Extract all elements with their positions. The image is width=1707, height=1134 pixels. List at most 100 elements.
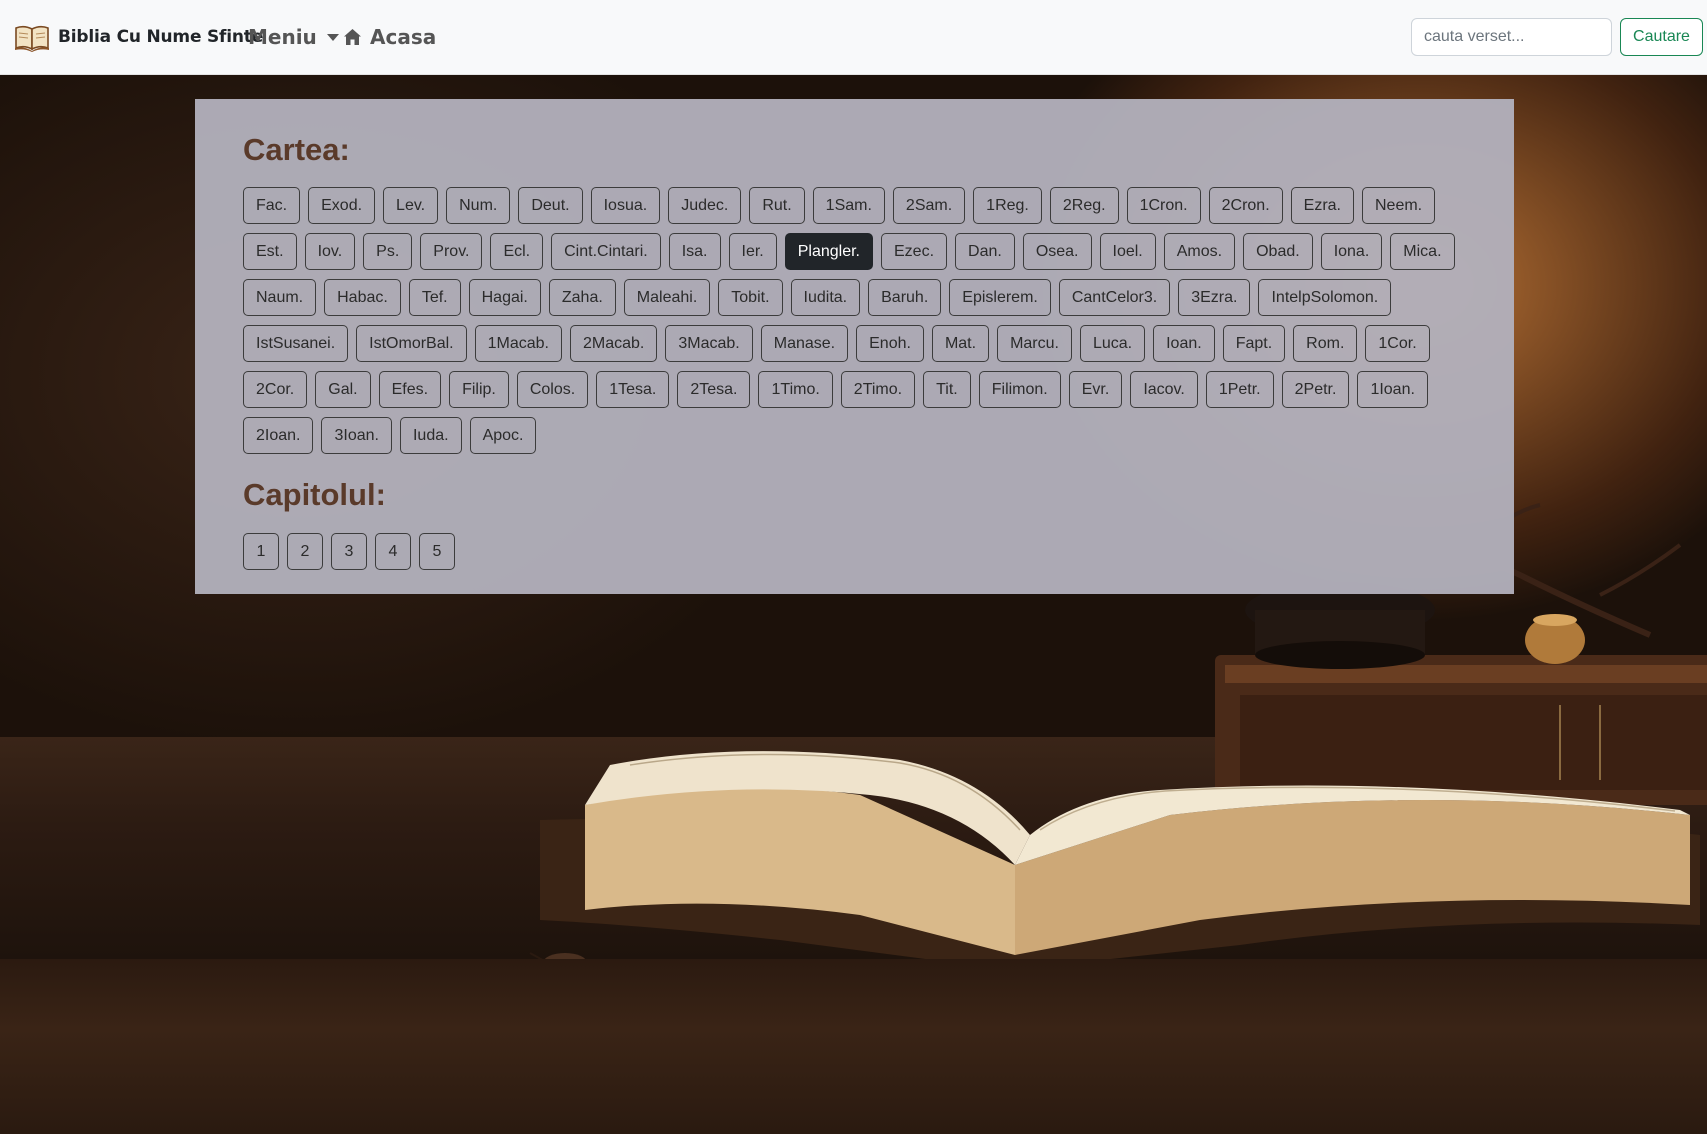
book-button[interactable]: Iona. (1320, 233, 1383, 270)
book-button[interactable]: Maleahi. (623, 279, 711, 316)
book-button[interactable]: Luca. (1079, 325, 1146, 362)
book-button[interactable]: Habac. (324, 279, 401, 316)
book-button[interactable]: 1Petr. (1205, 371, 1274, 408)
book-button[interactable]: Iacov. (1130, 371, 1198, 408)
book-button[interactable]: Evr. (1068, 371, 1123, 408)
book-button[interactable]: Filip. (449, 371, 509, 408)
book-button[interactable]: 3Macab. (665, 325, 753, 362)
book-row: Naum. Habac. Tef. Hagai. Zaha. Maleahi. Tobit.… (243, 279, 1392, 316)
book-button[interactable]: 1Timo. (758, 371, 833, 408)
book-button[interactable]: Iosua. (590, 187, 661, 224)
book-button[interactable]: Ezec. (881, 233, 948, 270)
book-button[interactable]: Hagai. (468, 279, 541, 316)
book-button[interactable]: 2Cor. (243, 371, 308, 408)
book-button[interactable]: Fapt. (1222, 325, 1286, 362)
book-button[interactable]: Neem. (1361, 187, 1436, 224)
menu-label: Meniu (248, 25, 317, 49)
book-button[interactable]: 1Ioan. (1357, 371, 1428, 408)
book-button[interactable]: Ioan. (1153, 325, 1215, 362)
book-button[interactable]: Zaha. (548, 279, 616, 316)
chapter-button[interactable]: 3 (331, 533, 367, 570)
book-button[interactable]: 2Sam. (892, 187, 966, 224)
book-button[interactable]: IstOmorBal. (356, 325, 467, 362)
book-button[interactable]: 3Ioan. (321, 417, 392, 454)
chapters-heading: Capitolul: (243, 477, 386, 512)
search-button[interactable]: Cautare (1620, 18, 1703, 56)
book-button[interactable]: Prov. (420, 233, 483, 270)
book-button[interactable]: 1Cor. (1365, 325, 1430, 362)
search-input[interactable] (1411, 18, 1612, 56)
book-button[interactable]: Baruh. (868, 279, 942, 316)
book-button[interactable]: Manase. (760, 325, 849, 362)
book-button[interactable]: Est. (243, 233, 297, 270)
book-button[interactable]: 2Petr. (1281, 371, 1350, 408)
home-link[interactable]: Acasa (343, 20, 436, 54)
book-button[interactable]: Colos. (516, 371, 589, 408)
book-button[interactable]: Iuda. (399, 417, 462, 454)
floor-shadow (0, 959, 1707, 1134)
book-button[interactable]: 2Cron. (1208, 187, 1283, 224)
book-button[interactable]: Mica. (1390, 233, 1455, 270)
book-button[interactable]: 2Reg. (1049, 187, 1119, 224)
open-book-icon (15, 25, 49, 52)
book-button[interactable]: Efes. (378, 371, 442, 408)
book-button[interactable]: Filimon. (978, 371, 1061, 408)
book-button[interactable]: Iudita. (790, 279, 861, 316)
book-button[interactable]: Marcu. (997, 325, 1072, 362)
book-button[interactable]: Judec. (668, 187, 742, 224)
book-button[interactable]: IntelpSolomon. (1258, 279, 1392, 316)
book-button[interactable]: Dan. (955, 233, 1015, 270)
house-icon (344, 29, 361, 45)
book-button[interactable]: Fac. (243, 187, 301, 224)
book-button[interactable]: Plangler. (784, 233, 873, 270)
book-button[interactable]: CantCelor3. (1058, 279, 1171, 316)
book-button[interactable]: Ioel. (1099, 233, 1156, 270)
book-button[interactable]: Mat. (931, 325, 990, 362)
book-button[interactable]: 3Ezra. (1178, 279, 1251, 316)
book-button[interactable]: Ecl. (490, 233, 544, 270)
book-button[interactable]: 1Tesa. (596, 371, 670, 408)
book-button[interactable]: Apoc. (469, 417, 537, 454)
menu-dropdown[interactable]: Meniu (248, 20, 339, 54)
book-button[interactable]: Exod. (308, 187, 376, 224)
book-button[interactable]: Tobit. (718, 279, 783, 316)
book-button[interactable]: 2Tesa. (677, 371, 751, 408)
book-button[interactable]: Deut. (518, 187, 583, 224)
book-button[interactable]: 2Macab. (570, 325, 658, 362)
book-button[interactable]: Obad. (1243, 233, 1313, 270)
book-button[interactable]: 1Cron. (1126, 187, 1201, 224)
book-button[interactable]: Rom. (1293, 325, 1358, 362)
caret-down-icon (326, 33, 339, 41)
book-row: 2Ioan. 3Ioan. Iuda. Apoc. (243, 417, 537, 454)
book-button[interactable]: Ier. (728, 233, 777, 270)
book-button[interactable]: Lev. (383, 187, 439, 224)
book-button[interactable]: Ezra. (1290, 187, 1354, 224)
book-row: 2Cor. Gal. Efes. Filip. Colos. 1Tesa. 2Tesa. 1T… (243, 371, 1428, 408)
book-button[interactable]: Enoh. (856, 325, 924, 362)
chapter-button[interactable]: 1 (243, 533, 279, 570)
book-button[interactable]: Osea. (1022, 233, 1092, 270)
book-button[interactable]: Gal. (315, 371, 371, 408)
book-button[interactable]: Amos. (1163, 233, 1236, 270)
book-button[interactable]: Isa. (668, 233, 721, 270)
book-button[interactable]: Tit. (923, 371, 971, 408)
book-button[interactable]: Rut. (749, 187, 805, 224)
book-button[interactable]: Iov. (304, 233, 356, 270)
book-button[interactable]: 1Reg. (973, 187, 1042, 224)
book-button[interactable]: 1Macab. (474, 325, 562, 362)
book-button[interactable]: Num. (446, 187, 511, 224)
chapter-button[interactable]: 4 (375, 533, 411, 570)
brand-link[interactable]: Biblia Cu Nume Sfinte (14, 20, 263, 54)
book-button[interactable]: Tef. (408, 279, 461, 316)
book-button[interactable]: 2Ioan. (243, 417, 314, 454)
book-button[interactable]: Naum. (243, 279, 317, 316)
book-button[interactable]: Epislerem. (949, 279, 1051, 316)
book-row: IstSusanei. IstOmorBal. 1Macab. 2Macab. 3Mac… (243, 325, 1430, 362)
book-button[interactable]: Cint.Cintari. (551, 233, 661, 270)
chapter-button[interactable]: 5 (419, 533, 455, 570)
book-button[interactable]: Ps. (363, 233, 413, 270)
book-button[interactable]: IstSusanei. (243, 325, 349, 362)
book-button[interactable]: 1Sam. (812, 187, 885, 224)
chapter-button[interactable]: 2 (287, 533, 323, 570)
book-button[interactable]: 2Timo. (840, 371, 916, 408)
